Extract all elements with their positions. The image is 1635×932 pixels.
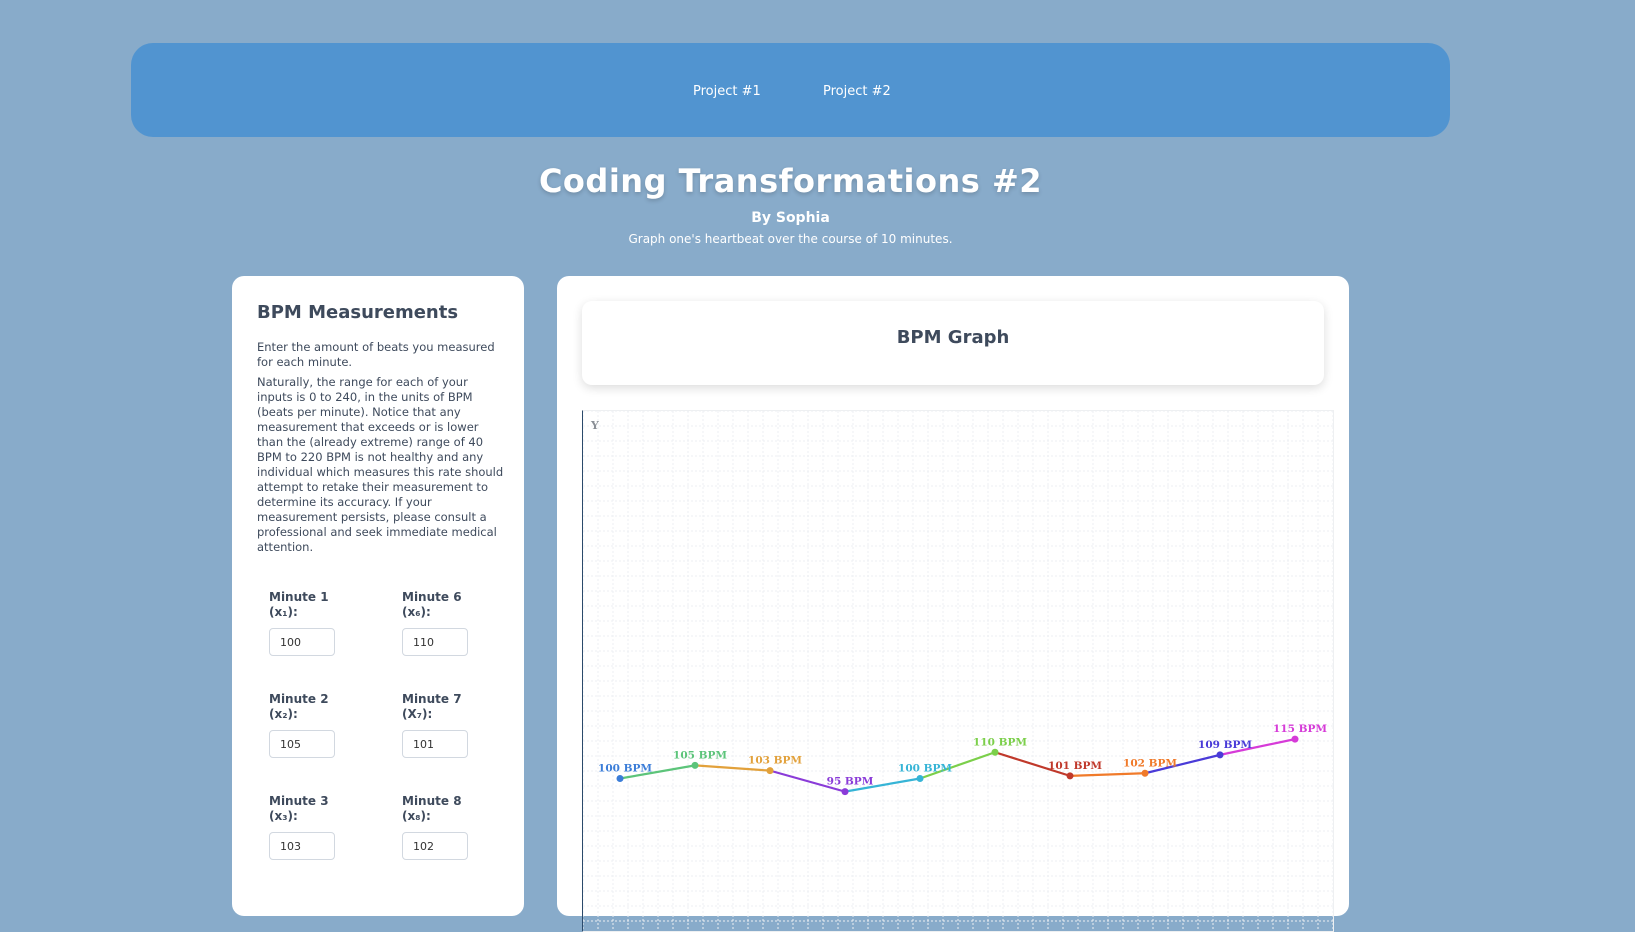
panel-intro-text: Enter the amount of beats you measured f… xyxy=(257,340,495,369)
top-nav: Project #1 Project #2 xyxy=(131,43,1450,137)
minute-2-input[interactable] xyxy=(269,730,335,758)
minute-8-label: Minute 8 (x₈): xyxy=(402,794,462,823)
chart-point xyxy=(691,761,699,769)
minute-3-label: Minute 3 (x₃): xyxy=(269,794,329,823)
nav-link-project-2[interactable]: Project #2 xyxy=(823,84,891,99)
chart-point xyxy=(616,775,624,782)
chart-point xyxy=(1141,769,1149,777)
y-axis-label: Y xyxy=(590,419,599,432)
page-title: Coding Transformations #2 xyxy=(538,162,1043,200)
author-byline: By Sophia xyxy=(751,210,830,226)
minute-6-label: Minute 6 (x₆): xyxy=(402,590,462,619)
minute-7-input[interactable] xyxy=(402,730,468,758)
graph-header-card: BPM Graph xyxy=(582,301,1324,385)
panel-heading: BPM Measurements xyxy=(257,302,459,323)
bpm-graph-panel: BPM Graph Y 100 BPM 105 BPM 103 BPM 95 BPM 10… xyxy=(557,276,1349,932)
chart-data-label: 105 BPM xyxy=(673,749,727,761)
chart-data-label: 103 BPM xyxy=(748,755,802,767)
minute-8-input[interactable] xyxy=(402,832,468,860)
minute-1-label: Minute 1 (x₁): xyxy=(269,590,329,619)
chart-point xyxy=(1216,751,1224,759)
chart-point xyxy=(1291,735,1299,743)
nav-link-project-1[interactable]: Project #1 xyxy=(693,84,761,99)
chart-data-label: 102 BPM xyxy=(1123,757,1177,769)
chart-data-label: 109 BPM xyxy=(1198,739,1252,751)
minute-3-input[interactable] xyxy=(269,832,335,860)
chart-point xyxy=(991,748,999,756)
chart-data-label: 101 BPM xyxy=(1048,760,1102,772)
bpm-chart-svg: Y 100 BPM 105 BPM 103 BPM 95 BPM 100 BPM 110 B… xyxy=(583,411,1333,931)
minute-1-field: Minute 1 (x₁): xyxy=(269,590,379,656)
minute-7-field: Minute 7 (X₇): xyxy=(402,692,512,758)
minute-7-label: Minute 7 (X₇): xyxy=(402,692,462,721)
chart-point xyxy=(766,767,774,775)
minute-8-field: Minute 8 (x₈): xyxy=(402,794,512,860)
chart-data-label: 95 BPM xyxy=(827,776,874,788)
minute-2-field: Minute 2 (x₂): xyxy=(269,692,379,758)
bpm-measurements-panel: BPM Measurements Enter the amount of bea… xyxy=(232,276,524,916)
page-subtitle: Graph one's heartbeat over the course of… xyxy=(628,232,953,246)
chart-grid xyxy=(583,411,1333,931)
chart-point xyxy=(916,775,924,782)
bpm-chart: Y 100 BPM 105 BPM 103 BPM 95 BPM 100 BPM 110 B… xyxy=(582,410,1334,932)
minute-6-input[interactable] xyxy=(402,628,468,656)
minute-3-field: Minute 3 (x₃): xyxy=(269,794,379,860)
chart-data-label: 100 BPM xyxy=(898,763,952,775)
chart-point xyxy=(841,788,849,796)
chart-data-label: 115 BPM xyxy=(1273,723,1327,735)
minute-1-input[interactable] xyxy=(269,628,335,656)
graph-title: BPM Graph xyxy=(896,327,1010,348)
chart-data-label: 110 BPM xyxy=(973,736,1027,748)
chart-segment xyxy=(1068,772,1147,777)
minute-2-label: Minute 2 (x₂): xyxy=(269,692,329,721)
chart-point xyxy=(1066,772,1074,780)
panel-body-text: Naturally, the range for each of your in… xyxy=(257,375,504,554)
minute-6-field: Minute 6 (x₆): xyxy=(402,590,512,656)
chart-data-label: 100 BPM xyxy=(598,763,652,775)
